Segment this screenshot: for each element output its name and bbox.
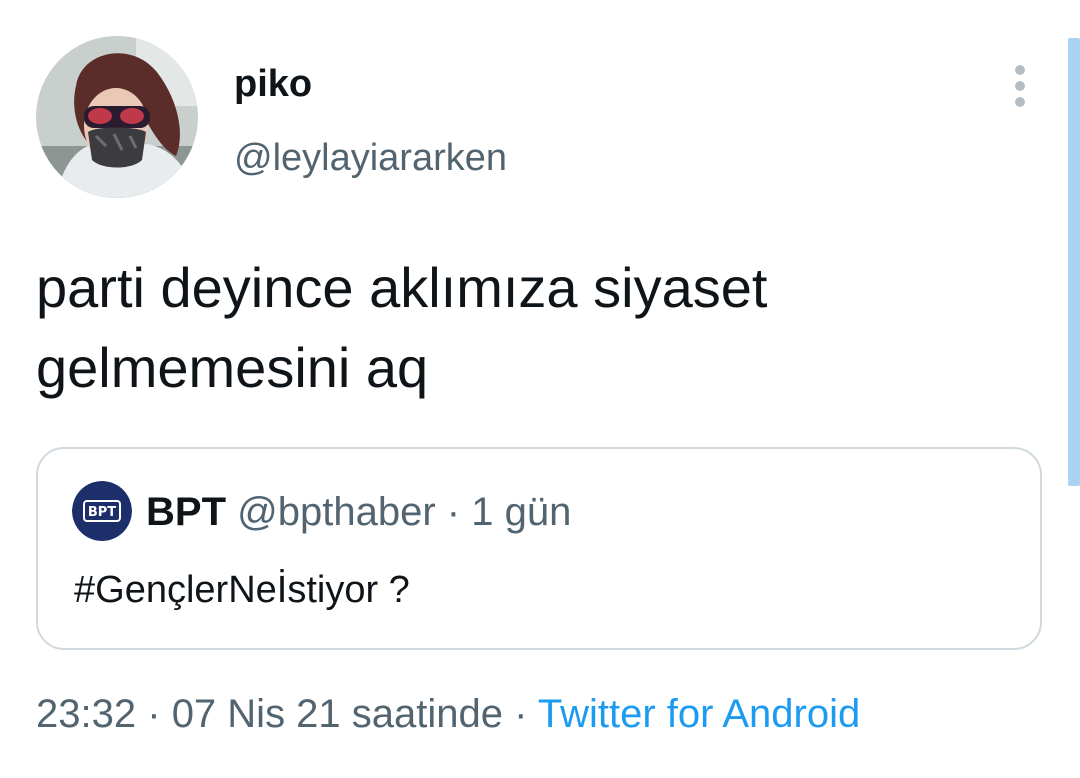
- more-options-button[interactable]: [1004, 62, 1036, 110]
- bpt-logo-text: BPT: [88, 505, 116, 520]
- author-display-name[interactable]: piko: [234, 62, 312, 106]
- quoted-separator: ·: [446, 490, 461, 534]
- tweet-detail-page: piko @leylayiararken parti deyince aklım…: [0, 0, 1080, 778]
- more-vertical-icon: [1015, 65, 1025, 107]
- meta-separator-1: ·: [147, 692, 161, 736]
- bpt-logo-icon: BPT: [72, 481, 132, 541]
- quoted-author-name[interactable]: BPT: [146, 490, 226, 534]
- quoted-author-avatar[interactable]: BPT: [72, 481, 132, 541]
- quoted-tweet-text: #GençlerNeİstiyor ?: [74, 569, 410, 611]
- author-handle[interactable]: @leylayiararken: [234, 136, 507, 180]
- quoted-tweet-card[interactable]: BPT BPT @bpthaber · 1 gün #GençlerNeİsti…: [36, 447, 1042, 650]
- quoted-tweet-header: BPT @bpthaber · 1 gün: [146, 489, 571, 535]
- scrollbar[interactable]: [1068, 38, 1080, 486]
- quoted-tweet-time: 1 gün: [471, 490, 572, 534]
- author-avatar-image: [36, 36, 198, 198]
- tweet-text: parti deyince aklımıza siyaset gelmemesi…: [36, 256, 768, 399]
- author-avatar[interactable]: [36, 36, 198, 198]
- tweet-meta: 23:32 · 07 Nis 21 saatinde · Twitter for…: [36, 690, 860, 738]
- meta-separator-2: ·: [514, 692, 528, 736]
- tweet-source-link[interactable]: Twitter for Android: [538, 692, 860, 736]
- quoted-author-handle[interactable]: @bpthaber: [237, 490, 436, 534]
- tweet-time: 23:32: [36, 692, 137, 736]
- scrollbar-thumb[interactable]: [1068, 38, 1080, 486]
- tweet-date: 07 Nis 21 saatinde: [171, 692, 504, 736]
